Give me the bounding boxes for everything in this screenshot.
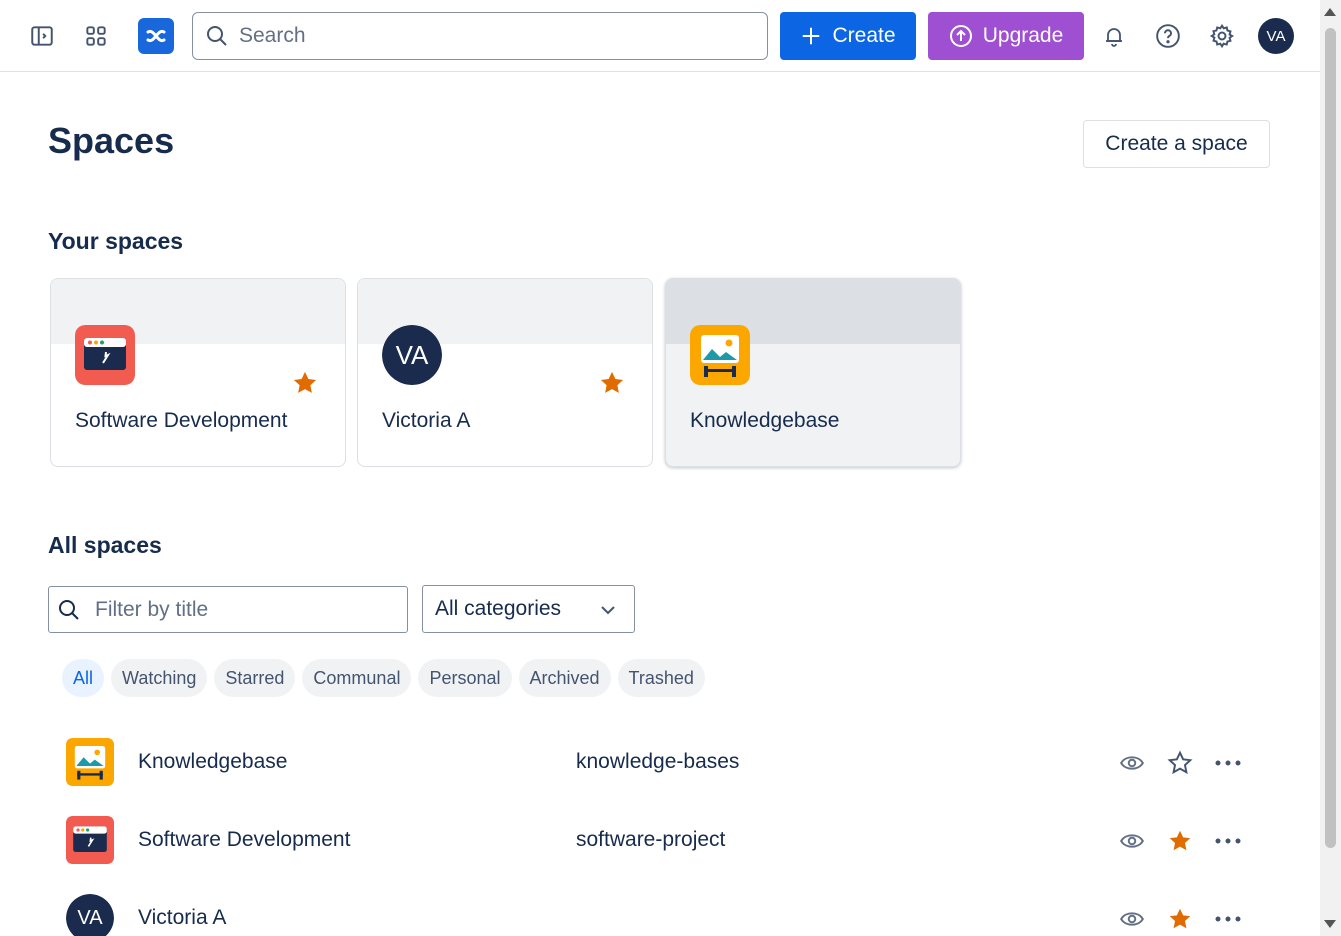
knowledgebase-icon bbox=[690, 325, 750, 385]
space-row-knowledgebase[interactable]: Knowledgebase knowledge-bases bbox=[48, 723, 1268, 801]
avatar-initials: VA bbox=[395, 339, 429, 370]
upgrade-button-label: Upgrade bbox=[982, 24, 1064, 47]
software-dev-icon bbox=[66, 816, 114, 864]
search-icon bbox=[207, 26, 227, 46]
star-filled-icon[interactable] bbox=[291, 369, 319, 397]
space-name-link[interactable]: Software Development bbox=[138, 828, 350, 852]
app-switcher-icon[interactable] bbox=[78, 18, 114, 54]
watch-eye-icon[interactable] bbox=[1116, 825, 1148, 857]
create-space-button[interactable]: Create a space bbox=[1083, 120, 1270, 168]
more-options-icon[interactable] bbox=[1212, 825, 1244, 857]
star-filled-icon[interactable] bbox=[1164, 903, 1196, 935]
scroll-thumb[interactable] bbox=[1325, 28, 1336, 848]
scroll-down-arrow-icon[interactable] bbox=[1324, 920, 1336, 928]
star-outline-icon[interactable] bbox=[1164, 747, 1196, 779]
upgrade-icon bbox=[949, 25, 972, 47]
search-box[interactable] bbox=[192, 12, 768, 60]
scroll-up-arrow-icon[interactable] bbox=[1324, 8, 1336, 16]
space-name-link[interactable]: Knowledgebase bbox=[138, 750, 287, 774]
chip-starred[interactable]: Starred bbox=[214, 659, 296, 697]
watch-eye-icon[interactable] bbox=[1116, 747, 1148, 779]
settings-gear-icon[interactable] bbox=[1204, 18, 1240, 54]
upgrade-button[interactable]: Upgrade bbox=[928, 12, 1084, 60]
more-options-icon[interactable] bbox=[1212, 903, 1244, 935]
star-filled-icon[interactable] bbox=[598, 369, 626, 397]
avatar-initials: VA bbox=[77, 906, 103, 929]
software-dev-icon bbox=[75, 325, 135, 385]
star-filled-icon[interactable] bbox=[1164, 825, 1196, 857]
your-spaces-heading: Your spaces bbox=[48, 228, 184, 254]
create-button[interactable]: Create bbox=[780, 12, 916, 60]
filter-chips: All Watching Starred Communal Personal A… bbox=[62, 659, 705, 697]
space-row-victoria-a[interactable]: VA Victoria A bbox=[48, 879, 1268, 936]
chevron-down-icon bbox=[601, 606, 615, 615]
knowledgebase-icon bbox=[66, 738, 114, 786]
chip-archived[interactable]: Archived bbox=[518, 659, 611, 697]
avatar: VA bbox=[66, 894, 114, 936]
filter-by-title-input[interactable] bbox=[95, 597, 385, 622]
chip-trashed[interactable]: Trashed bbox=[617, 659, 705, 697]
avatar-initials: VA bbox=[1266, 27, 1286, 45]
space-row-software-development[interactable]: Software Development software-project bbox=[48, 801, 1268, 879]
all-spaces-heading: All spaces bbox=[48, 532, 162, 558]
card-title: Software Development bbox=[75, 409, 288, 432]
chip-personal[interactable]: Personal bbox=[418, 659, 512, 697]
chip-communal[interactable]: Communal bbox=[302, 659, 412, 697]
search-input[interactable] bbox=[239, 24, 739, 48]
page-title: Spaces bbox=[48, 120, 175, 161]
sidebar-toggle-icon[interactable] bbox=[24, 18, 60, 54]
space-key: software-project bbox=[576, 828, 726, 851]
space-card-knowledgebase[interactable]: Knowledgebase bbox=[665, 278, 961, 467]
category-select-value: All categories bbox=[435, 597, 562, 620]
page-scrollbar[interactable] bbox=[1320, 0, 1341, 936]
avatar: VA bbox=[382, 325, 442, 385]
space-key: knowledge-bases bbox=[576, 750, 740, 773]
more-options-icon[interactable] bbox=[1212, 747, 1244, 779]
create-button-label: Create bbox=[832, 24, 896, 47]
chip-watching[interactable]: Watching bbox=[111, 659, 208, 697]
search-icon bbox=[59, 599, 79, 620]
top-navigation: Create Upgrade VA bbox=[0, 0, 1320, 72]
space-card-victoria-a[interactable]: VA Victoria A bbox=[357, 278, 653, 467]
notifications-bell-icon[interactable] bbox=[1096, 18, 1132, 54]
chip-all[interactable]: All bbox=[62, 659, 105, 697]
confluence-logo-icon[interactable] bbox=[138, 18, 174, 54]
help-icon[interactable] bbox=[1150, 18, 1186, 54]
watch-eye-icon[interactable] bbox=[1116, 903, 1148, 935]
category-select[interactable]: All categories bbox=[422, 585, 635, 633]
card-title: Victoria A bbox=[382, 409, 471, 432]
space-name-link[interactable]: Victoria A bbox=[138, 906, 226, 930]
space-card-software-development[interactable]: Software Development bbox=[50, 278, 346, 467]
user-avatar[interactable]: VA bbox=[1258, 18, 1294, 54]
card-title: Knowledgebase bbox=[690, 409, 840, 432]
plus-icon bbox=[803, 27, 820, 45]
filter-box[interactable] bbox=[48, 586, 408, 633]
